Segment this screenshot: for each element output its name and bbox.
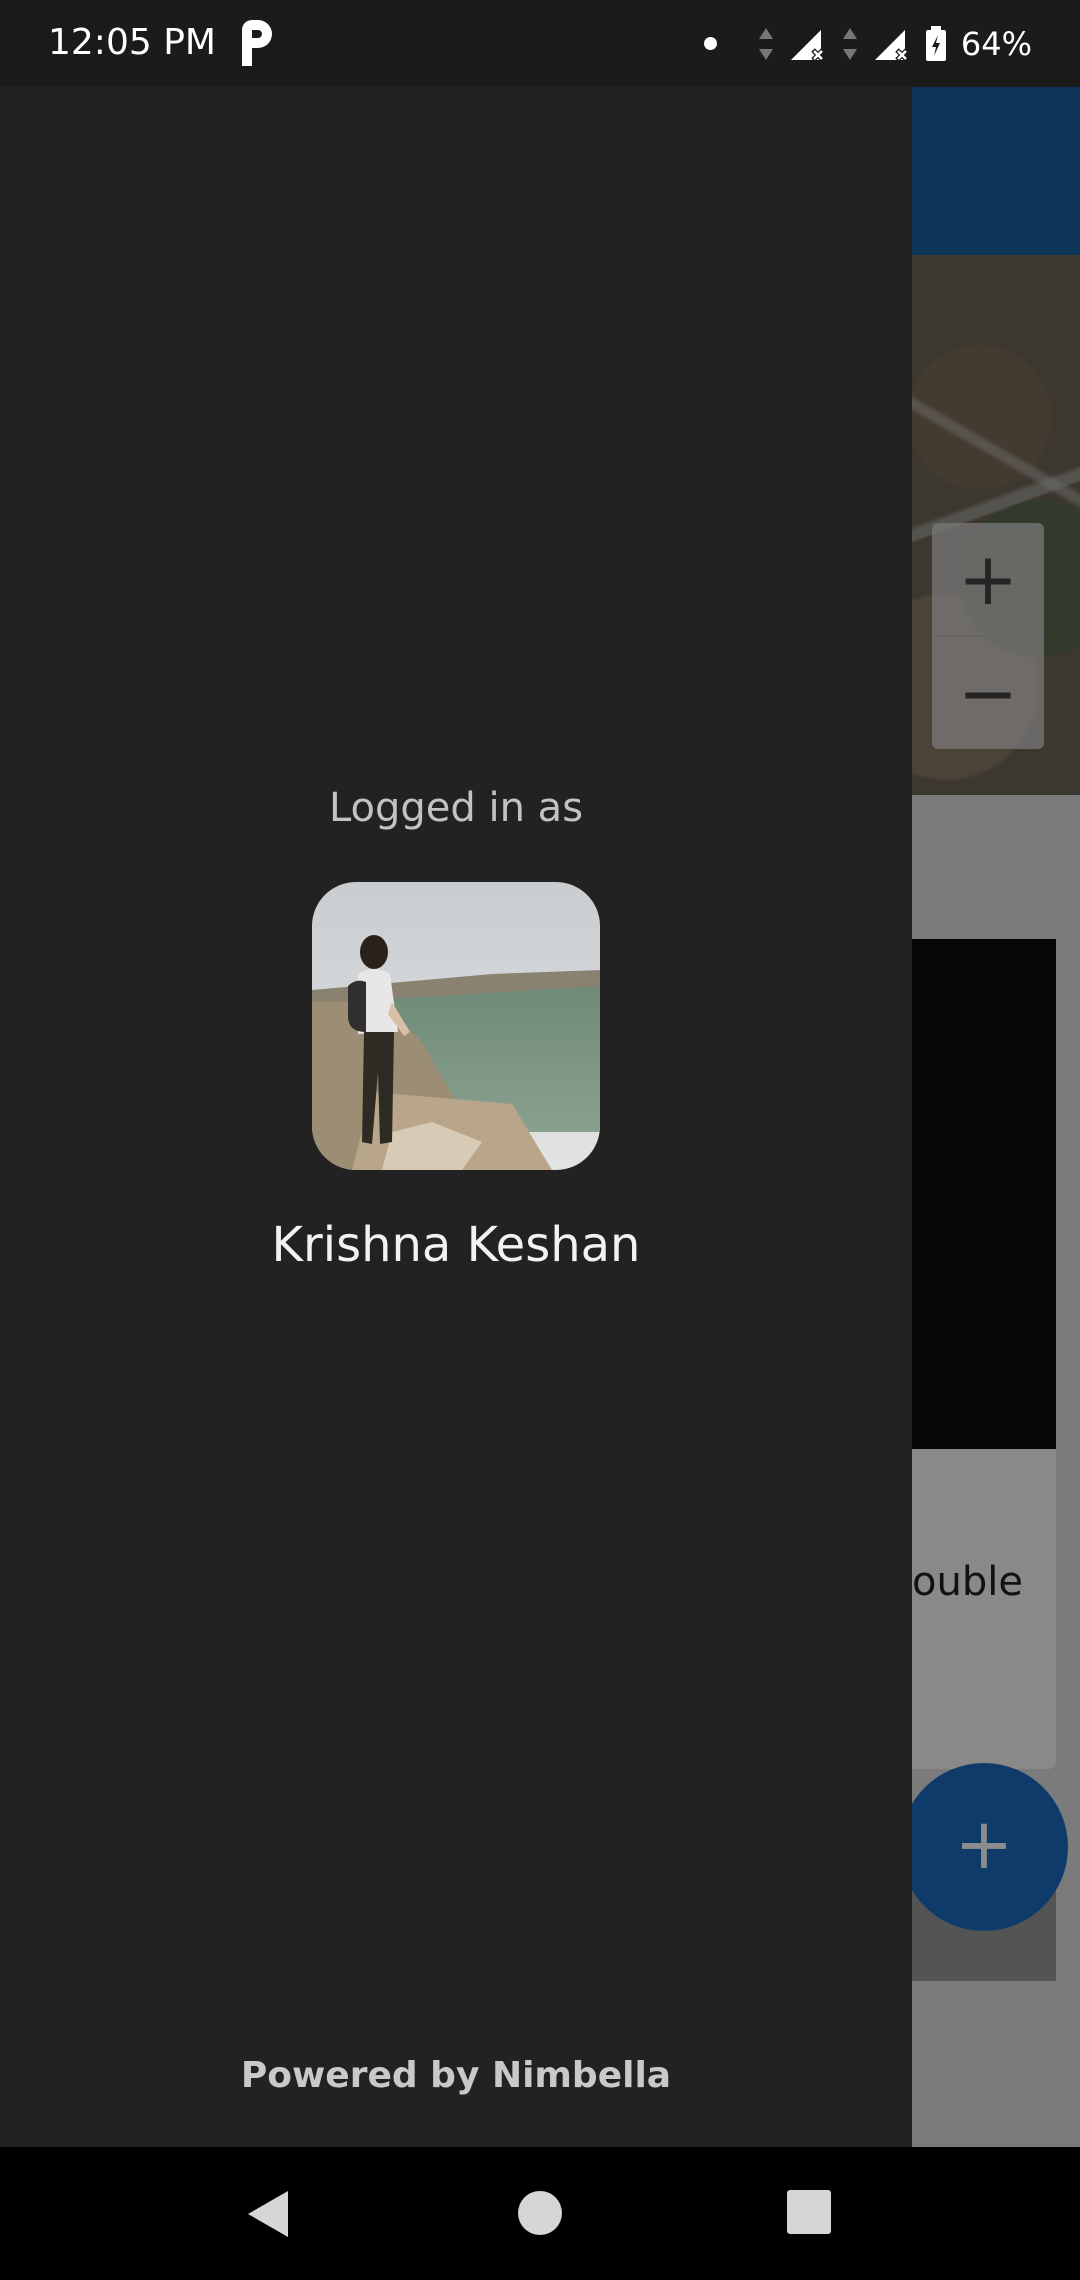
battery-charging-icon <box>925 25 946 61</box>
recents-icon[interactable] <box>786 2189 832 2235</box>
status-time: 12:05 PM <box>48 22 216 63</box>
p-icon <box>242 20 272 66</box>
data-arrows-icon <box>758 27 773 60</box>
user-name: Krishna Keshan <box>271 1217 641 1273</box>
avatar <box>312 882 600 1170</box>
profile-photo <box>312 882 600 1170</box>
signal-no-service-icon <box>874 29 909 62</box>
back-icon[interactable] <box>244 2189 292 2239</box>
system-nav-bar <box>0 2147 1080 2280</box>
data-arrows-icon <box>842 27 857 60</box>
powered-by-footer: Powered by Nimbella <box>240 2055 672 2096</box>
notification-dot-icon <box>703 37 717 50</box>
home-icon[interactable] <box>516 2189 564 2237</box>
signal-no-service-icon <box>790 29 825 62</box>
status-bar: 12:05 PM 64% <box>0 0 1080 87</box>
battery-percent: 64% <box>960 24 1032 63</box>
logged-in-label: Logged in as <box>328 785 584 831</box>
navigation-drawer: Logged in as Krishna Keshan Powered by N… <box>0 87 912 2147</box>
drawer-scrim[interactable] <box>912 87 1080 2147</box>
